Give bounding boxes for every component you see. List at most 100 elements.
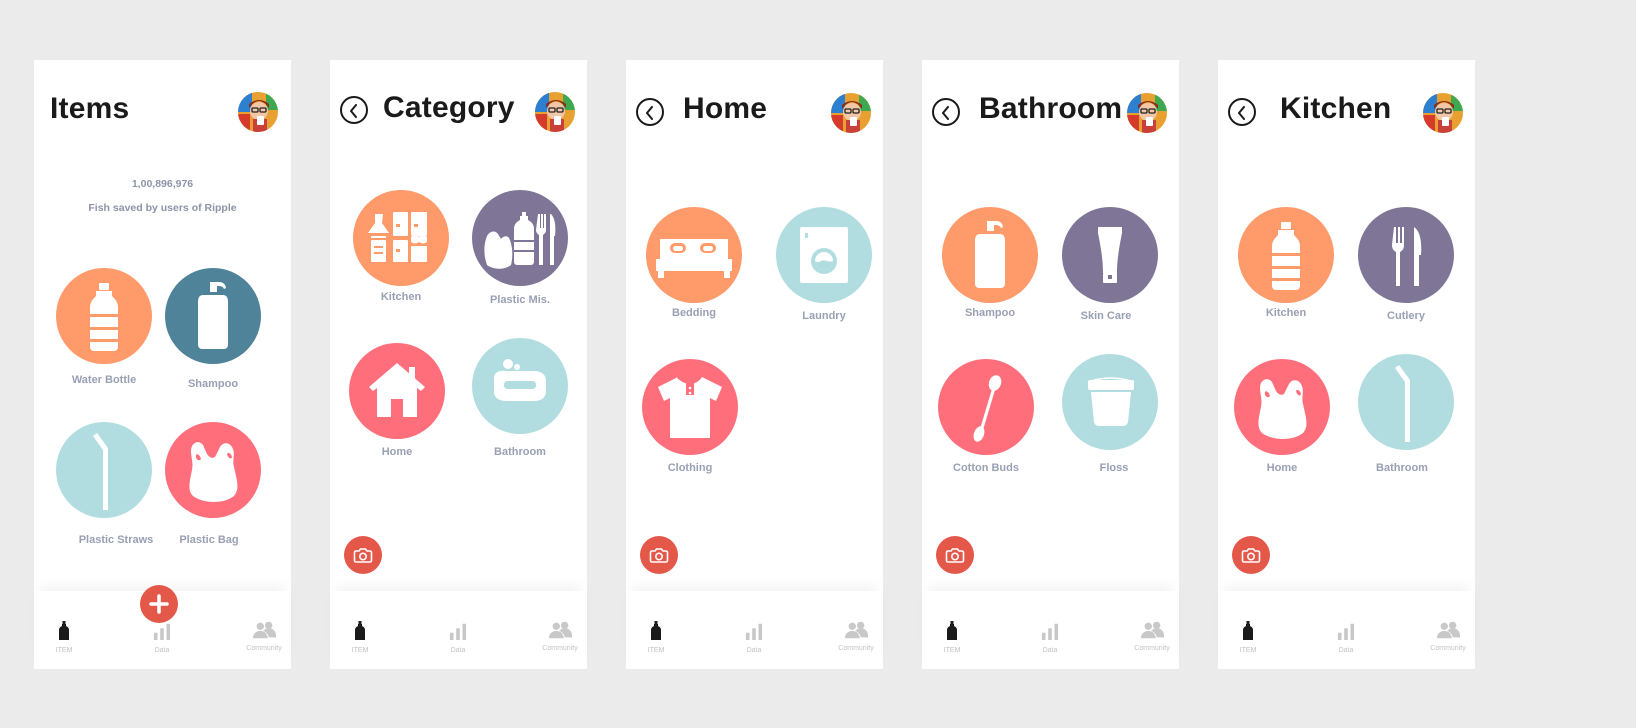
tile-label: Bathroom	[494, 446, 546, 458]
bottle-icon	[1238, 207, 1334, 303]
washing-machine-icon	[776, 207, 872, 303]
nav-label: Community	[1134, 645, 1170, 652]
tile-label: Plastic Mis.	[490, 294, 550, 306]
camera-icon	[945, 546, 965, 564]
nav-label: Data	[154, 647, 170, 654]
camera-button[interactable]	[640, 536, 678, 574]
bathroom-screen: Bathroom Shampoo Skin Care Cotton Buds F…	[922, 60, 1179, 669]
bottom-nav: ITEM Data Community	[922, 591, 1179, 669]
shampoo-bottle-icon	[165, 268, 261, 364]
avatar[interactable]	[238, 92, 278, 132]
avatar[interactable]	[831, 93, 871, 133]
tile-label: Laundry	[802, 310, 846, 322]
nav-data[interactable]: Data	[428, 621, 488, 654]
nav-item[interactable]: ITEM	[330, 621, 390, 654]
bottom-nav: ITEM Data Community	[330, 591, 587, 669]
nav-label: Data	[1042, 647, 1058, 654]
nav-label: Community	[246, 645, 282, 652]
community-icon	[844, 621, 868, 639]
home-screen: Home Bedding Laundry Clothing ITEM Data …	[626, 60, 883, 669]
shirt-icon	[642, 359, 738, 455]
community-icon	[252, 621, 276, 639]
nav-community[interactable]: Community	[1418, 621, 1478, 652]
nav-item[interactable]: ITEM	[922, 621, 982, 654]
camera-icon	[649, 546, 669, 564]
tile-label: Clothing	[667, 462, 713, 474]
tile-label: Shampoo	[187, 378, 239, 390]
bar-chart-icon	[449, 621, 467, 641]
page-title: Home	[683, 92, 768, 125]
bar-chart-icon	[1041, 621, 1059, 641]
back-button[interactable]	[636, 98, 664, 126]
tube-icon	[1062, 207, 1158, 303]
fish-saved-count: 1,00,896,976	[131, 178, 194, 190]
bottom-nav: ITEM Data Community	[1218, 591, 1475, 669]
nav-item[interactable]: ITEM	[34, 621, 94, 654]
bottle-icon	[1243, 621, 1253, 641]
shampoo-bottle-icon	[942, 207, 1038, 303]
floss-container-icon	[1062, 354, 1158, 450]
nav-label: ITEM	[351, 647, 369, 654]
chevron-left-icon	[349, 104, 359, 118]
camera-button[interactable]	[1232, 536, 1270, 574]
community-icon	[1140, 621, 1164, 639]
avatar[interactable]	[535, 92, 575, 132]
nav-data[interactable]: Data	[132, 621, 192, 654]
nav-label: ITEM	[647, 647, 665, 654]
plastic-bag-icon	[1234, 359, 1330, 455]
nav-community[interactable]: Community	[826, 621, 886, 652]
avatar[interactable]	[1423, 93, 1463, 133]
page-title: Items	[50, 92, 130, 125]
fish-saved-subtitle: Fish saved by users of Ripple	[88, 202, 237, 214]
page-title: Bathroom	[979, 92, 1123, 125]
kitchen-screen: Kitchen Kitchen Cutlery Home Bathroom IT…	[1218, 60, 1475, 669]
bottle-icon	[355, 621, 365, 641]
avatar[interactable]	[1127, 93, 1167, 133]
chevron-left-icon	[941, 106, 951, 120]
back-button[interactable]	[932, 98, 960, 126]
bed-icon	[646, 207, 742, 303]
nav-label: Community	[542, 645, 578, 652]
bottle-icon	[947, 621, 957, 641]
nav-community[interactable]: Community	[530, 621, 590, 652]
nav-label: Data	[450, 647, 466, 654]
camera-icon	[353, 546, 373, 564]
back-button[interactable]	[340, 96, 368, 124]
page-title: Category	[383, 91, 515, 124]
tile-label: Plastic Bag	[179, 534, 239, 546]
camera-button[interactable]	[344, 536, 382, 574]
nav-label: ITEM	[1239, 647, 1257, 654]
bar-chart-icon	[745, 621, 763, 641]
bar-chart-icon	[153, 621, 171, 641]
community-icon	[1436, 621, 1460, 639]
nav-item[interactable]: ITEM	[1218, 621, 1278, 654]
nav-data[interactable]: Data	[724, 621, 784, 654]
cutlery-icon	[1358, 207, 1454, 303]
nav-label: ITEM	[943, 647, 961, 654]
chevron-left-icon	[645, 106, 655, 120]
nav-data[interactable]: Data	[1316, 621, 1376, 654]
cotton-bud-icon	[938, 359, 1034, 455]
tile-label: Cutlery	[1387, 310, 1425, 322]
nav-community[interactable]: Community	[1122, 621, 1182, 652]
nav-label: Data	[746, 647, 762, 654]
bottom-nav: ITEM Data Community	[626, 591, 883, 669]
nav-data[interactable]: Data	[1020, 621, 1080, 654]
community-icon	[548, 621, 572, 639]
nav-label: ITEM	[55, 647, 73, 654]
tile-label: Skin Care	[1080, 310, 1132, 322]
camera-button[interactable]	[936, 536, 974, 574]
tile-label: Floss	[1099, 462, 1129, 474]
category-screen: Category Kitchen Plastic Mis. Home Bathr…	[330, 60, 587, 669]
camera-icon	[1241, 546, 1261, 564]
nav-community[interactable]: Community	[234, 621, 294, 652]
add-button[interactable]	[140, 585, 178, 623]
back-button[interactable]	[1228, 98, 1256, 126]
tile-label: Bathroom	[1376, 462, 1428, 474]
items-screen: Items 1,00,896,976 Fish saved by users o…	[34, 60, 291, 669]
soap-icon	[472, 338, 568, 434]
nav-label: Data	[1338, 647, 1354, 654]
straw-icon	[1358, 354, 1454, 450]
nav-item[interactable]: ITEM	[626, 621, 686, 654]
page-title: Kitchen	[1280, 92, 1392, 125]
